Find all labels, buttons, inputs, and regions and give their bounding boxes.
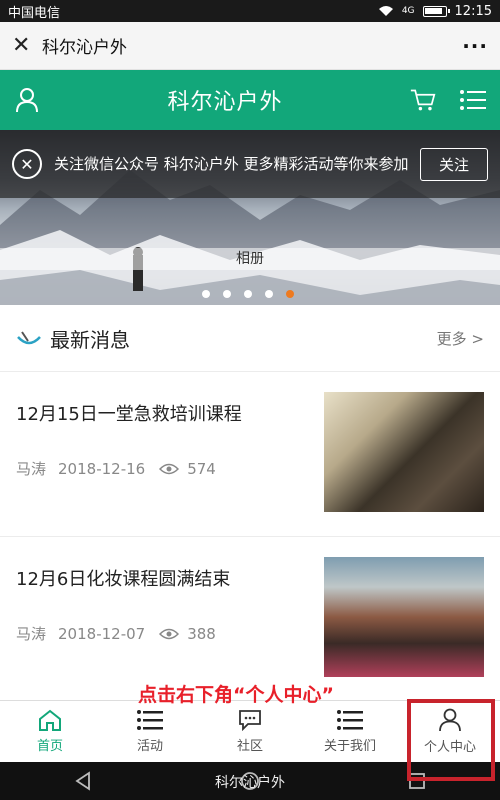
status-bar: 中国电信 4G 12:15 bbox=[0, 0, 500, 22]
news-views: 574 bbox=[187, 459, 216, 478]
tab-label: 活动 bbox=[136, 739, 163, 754]
highlight-box bbox=[407, 699, 495, 781]
eye-icon bbox=[159, 463, 180, 474]
carrier-label: 中国电信 bbox=[8, 5, 61, 21]
wifi-icon bbox=[378, 6, 393, 16]
tab-about-us[interactable]: 关于我们 bbox=[300, 701, 400, 762]
news-item[interactable]: 12月15日一堂急救培训课程 马涛 2018-12-16 574 bbox=[0, 371, 500, 536]
tab-community[interactable]: 社区 bbox=[200, 701, 300, 762]
cart-icon[interactable] bbox=[410, 87, 436, 113]
site-title: 科尔沁户外 bbox=[167, 90, 283, 115]
news-title[interactable]: 12月15日一堂急救培训课程 bbox=[16, 400, 324, 426]
tab-label: 关于我们 bbox=[323, 739, 376, 754]
webview-title-bar: ✕ 科尔沁户外 ··· bbox=[0, 22, 500, 70]
news-thumbnail[interactable] bbox=[324, 392, 484, 512]
carousel-dot-active[interactable] bbox=[286, 290, 294, 298]
instruction-annotation: 点击右下角“个人中心” bbox=[138, 684, 334, 706]
carousel-dot[interactable] bbox=[265, 290, 273, 298]
album-label: 相册 bbox=[0, 248, 500, 270]
more-link[interactable]: 更多 > bbox=[437, 328, 484, 349]
follow-button[interactable]: 关注 bbox=[419, 147, 488, 181]
close-icon[interactable]: ✕ bbox=[12, 33, 32, 58]
battery-icon bbox=[422, 5, 450, 17]
carousel-dot[interactable] bbox=[223, 290, 231, 298]
chat-icon bbox=[239, 710, 261, 731]
follow-prompt-text: 关注微信公众号 科尔沁户外 更多精彩活动等你来参加 bbox=[54, 155, 409, 173]
news-date: 2018-12-07 bbox=[58, 624, 146, 643]
eye-icon bbox=[159, 628, 180, 639]
carousel-dot[interactable] bbox=[244, 290, 252, 298]
more-menu-icon[interactable]: ··· bbox=[462, 34, 488, 58]
carousel-dot[interactable] bbox=[202, 290, 210, 298]
list-icon bbox=[137, 710, 163, 730]
news-author: 马涛 bbox=[16, 625, 47, 643]
news-section: 最新消息 更多 > 12月15日一堂急救培训课程 马涛 2018-12-16 5… bbox=[0, 305, 500, 700]
news-item[interactable]: 12月6日化妆课程圆满结束 马涛 2018-12-07 388 bbox=[0, 536, 500, 701]
boat-icon bbox=[17, 331, 41, 345]
site-header: 科尔沁户外 bbox=[0, 70, 500, 130]
clock: 12:15 bbox=[454, 3, 492, 19]
dismiss-icon[interactable]: ✕ bbox=[12, 149, 42, 179]
list-icon bbox=[337, 710, 363, 730]
banner-carousel[interactable]: ✕ 关注微信公众号 科尔沁户外 更多精彩活动等你来参加 关注 相册 bbox=[0, 130, 500, 305]
section-title: 最新消息 bbox=[50, 327, 130, 352]
webview-title: 科尔沁户外 bbox=[42, 38, 127, 58]
news-title[interactable]: 12月6日化妆课程圆满结束 bbox=[16, 565, 324, 591]
tab-home[interactable]: 首页 bbox=[0, 701, 100, 762]
user-icon[interactable] bbox=[14, 87, 40, 113]
carousel-dots bbox=[202, 290, 294, 298]
news-author: 马涛 bbox=[16, 460, 47, 478]
follow-prompt-bar: ✕ 关注微信公众号 科尔沁户外 更多精彩活动等你来参加 关注 bbox=[0, 130, 500, 198]
news-views: 388 bbox=[187, 624, 216, 643]
home-icon bbox=[39, 709, 61, 731]
news-date: 2018-12-16 bbox=[58, 459, 146, 478]
news-header: 最新消息 更多 > bbox=[0, 305, 500, 371]
signal-icon: 4G bbox=[401, 6, 415, 16]
nav-caption: 科尔沁户外 bbox=[215, 775, 285, 791]
tab-label: 首页 bbox=[36, 739, 63, 754]
tab-label: 社区 bbox=[236, 739, 263, 754]
news-thumbnail[interactable] bbox=[324, 557, 484, 677]
tab-activities[interactable]: 活动 bbox=[100, 701, 200, 762]
menu-icon[interactable] bbox=[460, 87, 486, 113]
